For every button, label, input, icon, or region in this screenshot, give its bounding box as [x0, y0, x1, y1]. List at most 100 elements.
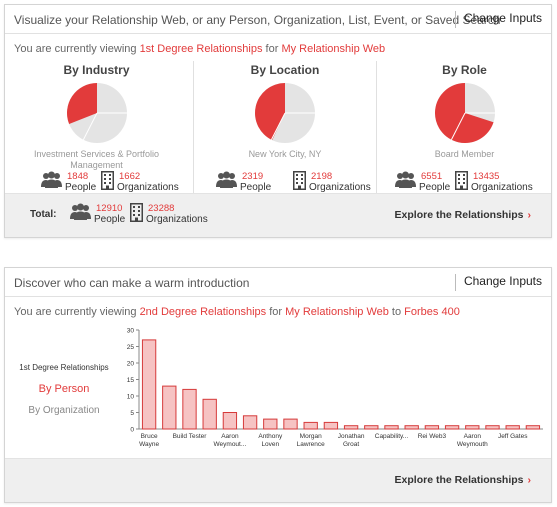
- x-tick-label: Wayne: [139, 441, 159, 448]
- bar[interactable]: [182, 388, 197, 430]
- x-tick-label: Build Tester: [173, 433, 208, 440]
- y-tick-label: 15: [127, 377, 135, 384]
- viewing-degree-link[interactable]: 2nd Degree Relationships: [140, 306, 267, 318]
- viewing-web-link[interactable]: My Relationship Web: [285, 306, 389, 318]
- change-inputs-button[interactable]: Change Inputs: [454, 274, 542, 291]
- card-header: Visualize your Relationship Web, or any …: [5, 5, 551, 34]
- total-people-count: 12910: [96, 203, 123, 214]
- total-label: Total:: [30, 209, 57, 220]
- people-stat[interactable]: 2319 People: [216, 171, 271, 194]
- organizations-count: 13435: [473, 171, 500, 182]
- bar[interactable]: [222, 412, 238, 430]
- people-count: 6551: [421, 171, 443, 182]
- bar[interactable]: [283, 418, 298, 430]
- total-organizations-stat[interactable]: 23288 Organizations: [130, 203, 208, 226]
- column-by-location: By Location New York City, NY 2319 People: [193, 61, 376, 193]
- people-count: 2319: [242, 171, 264, 182]
- people-icon: [216, 171, 237, 188]
- bar[interactable]: [303, 421, 318, 430]
- role-pie-chart[interactable]: [434, 83, 495, 143]
- warm-introduction-card: Discover who can make a warm introductio…: [4, 267, 552, 503]
- viewing-for: for: [269, 306, 283, 318]
- introducers-bar-chart: 051015202530BruceWayneBuild Tester AaronW…: [127, 328, 543, 448]
- bar[interactable]: [364, 425, 379, 430]
- organizations-stat[interactable]: 2198 Organizations: [293, 171, 371, 194]
- organizations-label: Organizations: [146, 214, 208, 225]
- column-by-role: By Role Board Member 6551People 13435O: [376, 61, 552, 193]
- bar[interactable]: [444, 425, 460, 430]
- explore-relationships-link[interactable]: Explore the Relationships ›: [395, 209, 531, 221]
- building-icon: [293, 171, 306, 190]
- bar[interactable]: [141, 339, 157, 430]
- bar[interactable]: [404, 425, 419, 430]
- people-icon: [41, 171, 62, 188]
- x-tick-label: Morgan: [300, 433, 322, 440]
- bar[interactable]: [202, 398, 217, 430]
- pie-label: Investment Services & Portfolio Manageme…: [33, 149, 160, 170]
- viewing-for: for: [265, 43, 279, 55]
- building-icon: [101, 171, 114, 190]
- viewing-prefix: You are currently viewing: [14, 306, 137, 318]
- by-person-option[interactable]: By Person: [5, 383, 123, 395]
- y-tick-label: 5: [130, 410, 134, 417]
- viewing-list-link[interactable]: Forbes 400: [404, 306, 460, 318]
- location-pie-chart[interactable]: [255, 83, 315, 143]
- viewing-web-link[interactable]: My Relationship Web: [281, 43, 385, 55]
- explore-relationships-link[interactable]: Explore the Relationships ›: [395, 474, 531, 486]
- y-tick-label: 25: [127, 344, 135, 351]
- bar[interactable]: [505, 425, 520, 430]
- bar[interactable]: [323, 421, 339, 430]
- column-by-industry: By Industry Investment Services & Portfo…: [5, 61, 188, 193]
- people-icon: [395, 171, 416, 188]
- explore-label: Explore the Relationships: [394, 474, 524, 486]
- total-organizations-count: 23288: [148, 203, 175, 214]
- x-tick-label: Loven: [261, 441, 279, 448]
- pie-label: New York City, NY: [248, 149, 322, 159]
- organizations-count: 2198: [311, 171, 333, 182]
- viewing-degree-link[interactable]: 1st Degree Relationships: [140, 43, 263, 55]
- organizations-stat[interactable]: 13435 Organizations: [455, 171, 533, 194]
- bar[interactable]: [242, 415, 258, 430]
- x-tick-label: Bruce: [141, 433, 158, 440]
- side-heading: 1st Degree Relationships: [19, 363, 109, 372]
- card-title: Discover who can make a warm introductio…: [14, 276, 250, 290]
- change-inputs-button[interactable]: Change Inputs: [454, 11, 542, 28]
- bar[interactable]: [485, 425, 500, 430]
- x-tick-label: Aaron: [464, 433, 482, 440]
- bar[interactable]: [525, 425, 541, 430]
- card-footer: Explore the Relationships ›: [5, 458, 551, 502]
- people-stat[interactable]: 1848 People: [41, 171, 96, 194]
- building-icon: [455, 171, 468, 190]
- organizations-stat[interactable]: 1662 Organizations: [101, 171, 179, 194]
- bar[interactable]: [263, 418, 278, 430]
- viewing-context: You are currently viewing 1st Degree Rel…: [14, 43, 385, 55]
- explore-label: Explore the Relationships: [394, 209, 524, 221]
- x-tick-label: Weymout...: [214, 441, 247, 448]
- viewing-prefix: You are currently viewing: [14, 43, 137, 55]
- bar[interactable]: [465, 425, 480, 430]
- organizations-count: 1662: [119, 171, 141, 182]
- people-stat[interactable]: 6551 People: [395, 171, 450, 194]
- people-icon: [70, 203, 91, 220]
- column-title: By Location: [250, 63, 320, 77]
- bar[interactable]: [162, 385, 177, 430]
- bar[interactable]: [384, 425, 399, 430]
- bar[interactable]: [343, 425, 359, 430]
- card-title: Visualize your Relationship Web, or any …: [14, 13, 501, 27]
- x-tick-label: Rei Web3: [418, 433, 447, 440]
- card-header: Discover who can make a warm introductio…: [5, 268, 551, 297]
- y-tick-label: 0: [130, 427, 134, 434]
- chevron-right-icon: ›: [527, 474, 532, 486]
- x-tick-label: Aaron: [221, 433, 239, 440]
- industry-pie-chart[interactable]: [66, 83, 127, 143]
- x-tick-label: Weymouth: [457, 441, 488, 448]
- pie-label: Board Member: [434, 149, 495, 159]
- total-people-stat[interactable]: 12910 People: [70, 203, 125, 226]
- y-tick-label: 10: [127, 394, 135, 401]
- building-icon: [130, 203, 143, 222]
- by-organization-option[interactable]: By Organization: [5, 405, 123, 416]
- people-count: 1848: [67, 171, 89, 182]
- viewing-to: to: [391, 306, 402, 318]
- bar[interactable]: [424, 425, 440, 430]
- x-tick-label: Jeff Gates: [498, 433, 528, 440]
